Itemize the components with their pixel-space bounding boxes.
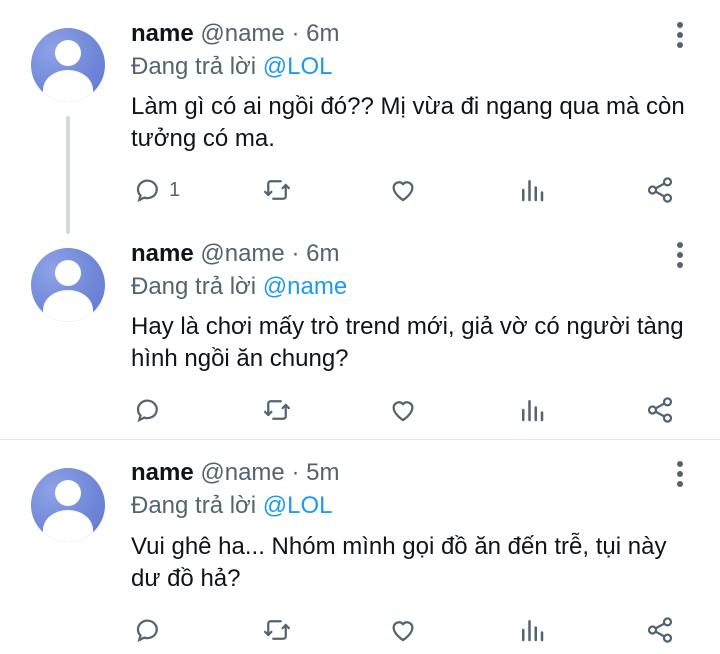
retweet-button[interactable] xyxy=(262,394,292,426)
share-icon xyxy=(647,397,673,423)
retweet-button[interactable] xyxy=(262,174,292,206)
separator: · xyxy=(291,459,300,486)
tweet-header: name @name · 6m xyxy=(131,20,339,48)
action-bar: 1 xyxy=(0,174,720,206)
replying-to: Đang trả lời @name xyxy=(131,273,347,301)
reply-count: 1 xyxy=(169,178,181,201)
reply-button[interactable] xyxy=(133,614,169,646)
reply-button[interactable]: 1 xyxy=(133,174,180,206)
share-icon xyxy=(647,617,673,643)
more-vertical-icon[interactable] xyxy=(670,240,690,270)
share-icon xyxy=(647,177,673,203)
replying-prefix: Đang trả lời xyxy=(131,492,257,519)
heart-icon xyxy=(392,401,414,422)
retweet-icon xyxy=(264,400,290,420)
action-bar xyxy=(0,614,720,646)
separator: · xyxy=(291,20,300,47)
replying-prefix: Đang trả lời xyxy=(131,273,257,300)
mention-link[interactable]: @LOL xyxy=(263,492,333,519)
tweet-text: Vui ghê ha... Nhóm mình gọi đồ ăn đến tr… xyxy=(131,533,667,592)
handle[interactable]: @name xyxy=(200,459,284,486)
timestamp[interactable]: 6m xyxy=(306,240,339,267)
views-button[interactable] xyxy=(517,394,547,426)
replying-to: Đang trả lời @LOL xyxy=(131,492,333,520)
retweet-icon xyxy=(264,620,290,640)
handle[interactable]: @name xyxy=(200,20,284,47)
avatar[interactable] xyxy=(31,468,105,542)
handle[interactable]: @name xyxy=(200,240,284,267)
tweet-text: Hay là chơi mấy trò trend mới, giả vờ có… xyxy=(131,313,684,372)
display-name[interactable]: name xyxy=(131,459,194,486)
tweet-divider xyxy=(0,439,720,440)
more-vertical-icon[interactable] xyxy=(670,459,690,489)
share-button[interactable] xyxy=(645,394,675,426)
heart-icon xyxy=(392,181,414,202)
views-icon xyxy=(522,620,544,642)
views-button[interactable] xyxy=(517,614,547,646)
views-icon xyxy=(522,180,544,202)
retweet-button[interactable] xyxy=(262,614,292,646)
mention-link[interactable]: @name xyxy=(263,273,347,300)
tweet-header: name @name · 5m xyxy=(131,459,339,487)
timestamp[interactable]: 5m xyxy=(306,459,339,486)
tweet-text: Làm gì có ai ngồi đó?? Mị vừa đi ngang q… xyxy=(131,93,685,152)
display-name[interactable]: name xyxy=(131,20,194,47)
more-vertical-icon[interactable] xyxy=(670,20,690,50)
tweet-header: name @name · 6m xyxy=(131,240,339,268)
views-icon xyxy=(522,400,544,422)
avatar[interactable] xyxy=(31,248,105,322)
reply-button[interactable] xyxy=(133,394,169,426)
replying-to: Đang trả lời @LOL xyxy=(131,53,333,81)
mention-link[interactable]: @LOL xyxy=(263,53,333,80)
retweet-icon xyxy=(264,180,290,200)
timestamp[interactable]: 6m xyxy=(306,20,339,47)
share-button[interactable] xyxy=(645,174,675,206)
reply-icon xyxy=(136,619,158,643)
views-button[interactable] xyxy=(517,174,547,206)
separator: · xyxy=(291,240,300,267)
action-bar xyxy=(0,394,720,426)
avatar[interactable] xyxy=(31,28,105,102)
like-button[interactable] xyxy=(388,174,418,206)
share-button[interactable] xyxy=(645,614,675,646)
like-button[interactable] xyxy=(388,614,418,646)
replying-prefix: Đang trả lời xyxy=(131,53,257,80)
reply-icon xyxy=(136,399,158,423)
heart-icon xyxy=(392,621,414,642)
like-button[interactable] xyxy=(388,394,418,426)
reply-icon xyxy=(136,179,158,203)
display-name[interactable]: name xyxy=(131,240,194,267)
